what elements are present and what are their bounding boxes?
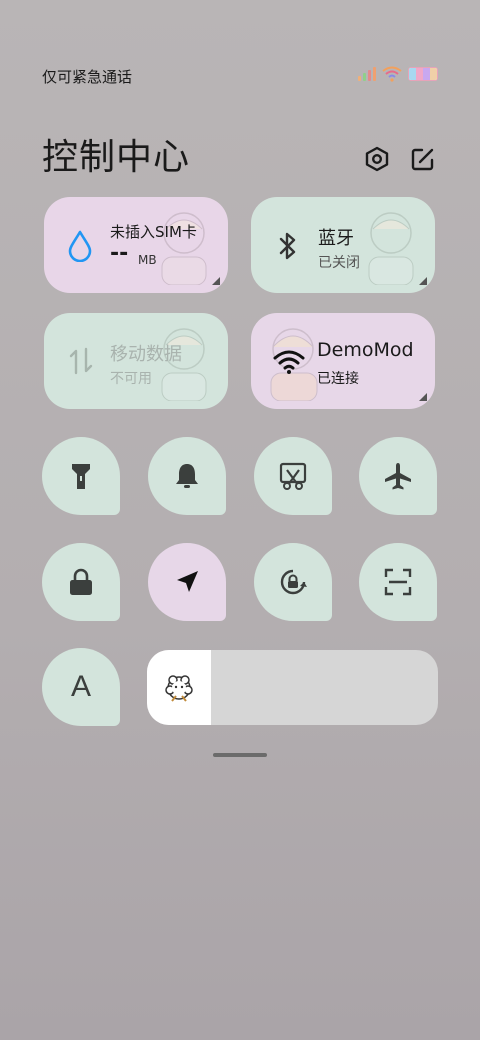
wifi-icon	[273, 350, 305, 374]
toggle-flashlight[interactable]	[42, 437, 120, 515]
rotate-lock-icon	[280, 569, 307, 595]
toggle-lock-screen[interactable]	[42, 543, 120, 621]
mobile-data-status: 不可用	[110, 371, 152, 387]
navigation-arrow-icon	[177, 571, 198, 592]
wifi-card[interactable]: DemoMod 已连接	[251, 313, 435, 409]
mobile-data-card[interactable]: 移动数据 不可用	[44, 313, 228, 409]
page-title: 控制中心	[42, 137, 191, 178]
battery-icon	[408, 67, 438, 81]
font-icon: A	[70, 670, 91, 703]
scan-icon	[384, 568, 412, 596]
card-corner-indicator	[419, 277, 427, 285]
flashlight-icon	[72, 464, 90, 489]
lock-icon	[70, 568, 92, 595]
toggle-screenshot[interactable]	[254, 437, 332, 515]
toggle-auto-rotate[interactable]	[254, 543, 332, 621]
updown-arrows-icon	[69, 347, 93, 375]
toggle-font-size[interactable]: A	[42, 648, 120, 726]
bluetooth-card[interactable]: 蓝牙 已关闭	[251, 197, 435, 293]
data-usage-card[interactable]: 未插入SIM卡 -- MB	[44, 197, 228, 293]
settings-hex-icon[interactable]	[363, 145, 391, 173]
wifi-status-icon	[382, 66, 402, 82]
water-drop-icon	[68, 230, 92, 262]
status-carrier-text: 仅可紧急通话	[42, 68, 133, 86]
data-usage-title: 未插入SIM卡	[110, 223, 197, 241]
card-corner-indicator	[419, 393, 427, 401]
brightness-slider-fill	[147, 650, 211, 725]
scissors-icon	[279, 462, 307, 490]
signal-icon	[358, 67, 376, 81]
bluetooth-icon	[279, 232, 296, 260]
data-usage-unit: MB	[138, 253, 157, 267]
bell-icon	[176, 464, 198, 488]
edit-icon[interactable]	[409, 145, 437, 173]
bluetooth-title: 蓝牙	[318, 228, 354, 249]
status-icons	[358, 66, 438, 82]
data-usage-value: --	[110, 241, 129, 266]
sun-flower-icon	[165, 674, 193, 702]
toggle-ringer[interactable]	[148, 437, 226, 515]
toggle-location[interactable]	[148, 543, 226, 621]
mobile-data-title: 移动数据	[110, 344, 182, 365]
character-illustration-icon	[368, 212, 414, 285]
wifi-network-name: DemoMod	[317, 339, 414, 361]
toggle-scanner[interactable]	[359, 543, 437, 621]
card-corner-indicator	[212, 277, 220, 285]
wifi-status: 已连接	[317, 371, 359, 387]
drag-handle[interactable]	[213, 753, 267, 757]
character-illustration-icon	[161, 212, 207, 285]
bluetooth-status: 已关闭	[318, 255, 360, 271]
toggle-airplane-mode[interactable]	[359, 437, 437, 515]
airplane-icon	[385, 463, 411, 490]
brightness-slider[interactable]	[147, 650, 438, 725]
